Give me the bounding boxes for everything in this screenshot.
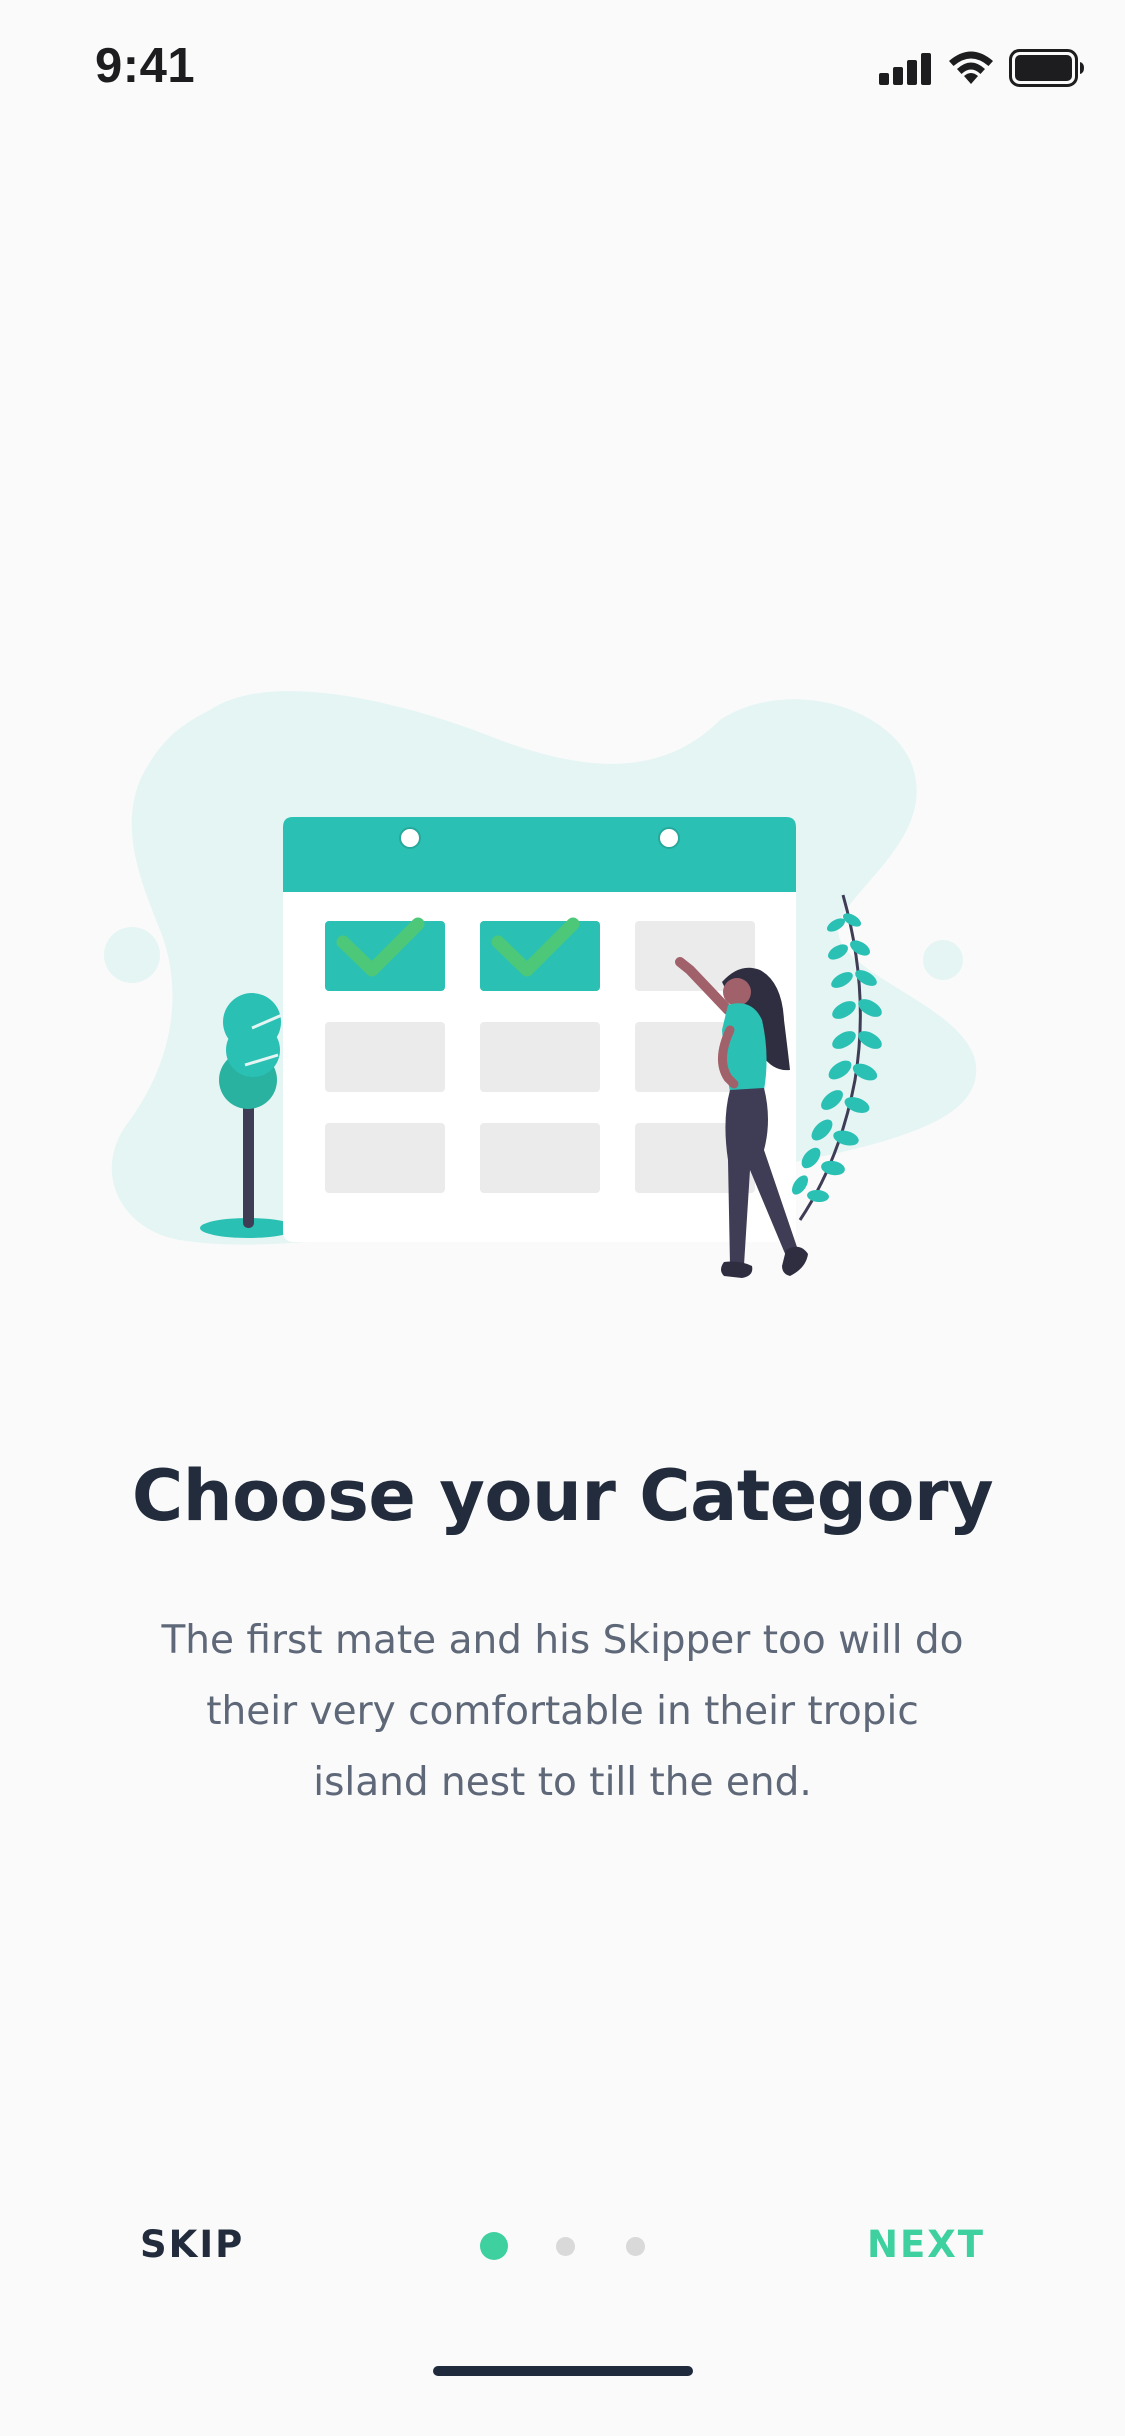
cellular-signal-icon [879, 53, 931, 85]
status-bar: 9:41 [0, 0, 1125, 132]
status-icons [879, 48, 1085, 88]
status-time: 9:41 [95, 39, 196, 93]
onboarding-navigation: SKIP NEXT [0, 2210, 1125, 2280]
calendar-checklist-illustration [104, 691, 977, 1278]
battery-icon [1009, 49, 1084, 87]
next-button[interactable]: NEXT [867, 2210, 985, 2280]
skip-button[interactable]: SKIP [140, 2210, 244, 2280]
onboarding-title: Choose your Category [131, 1455, 994, 1537]
decor-circle [898, 1036, 936, 1074]
decor-circle [923, 940, 963, 980]
wifi-icon [949, 51, 993, 84]
decor-circle [888, 1000, 912, 1024]
home-indicator[interactable] [433, 2366, 693, 2376]
page-indicator-dot-2[interactable] [556, 2237, 575, 2256]
decor-circle [104, 927, 160, 983]
page-indicator-dot-3[interactable] [626, 2237, 645, 2256]
calendar-card [283, 817, 796, 1242]
page-indicator-dot-active[interactable] [480, 2232, 508, 2260]
onboarding-description: The first mate and his Skipper too will … [161, 1618, 964, 1805]
